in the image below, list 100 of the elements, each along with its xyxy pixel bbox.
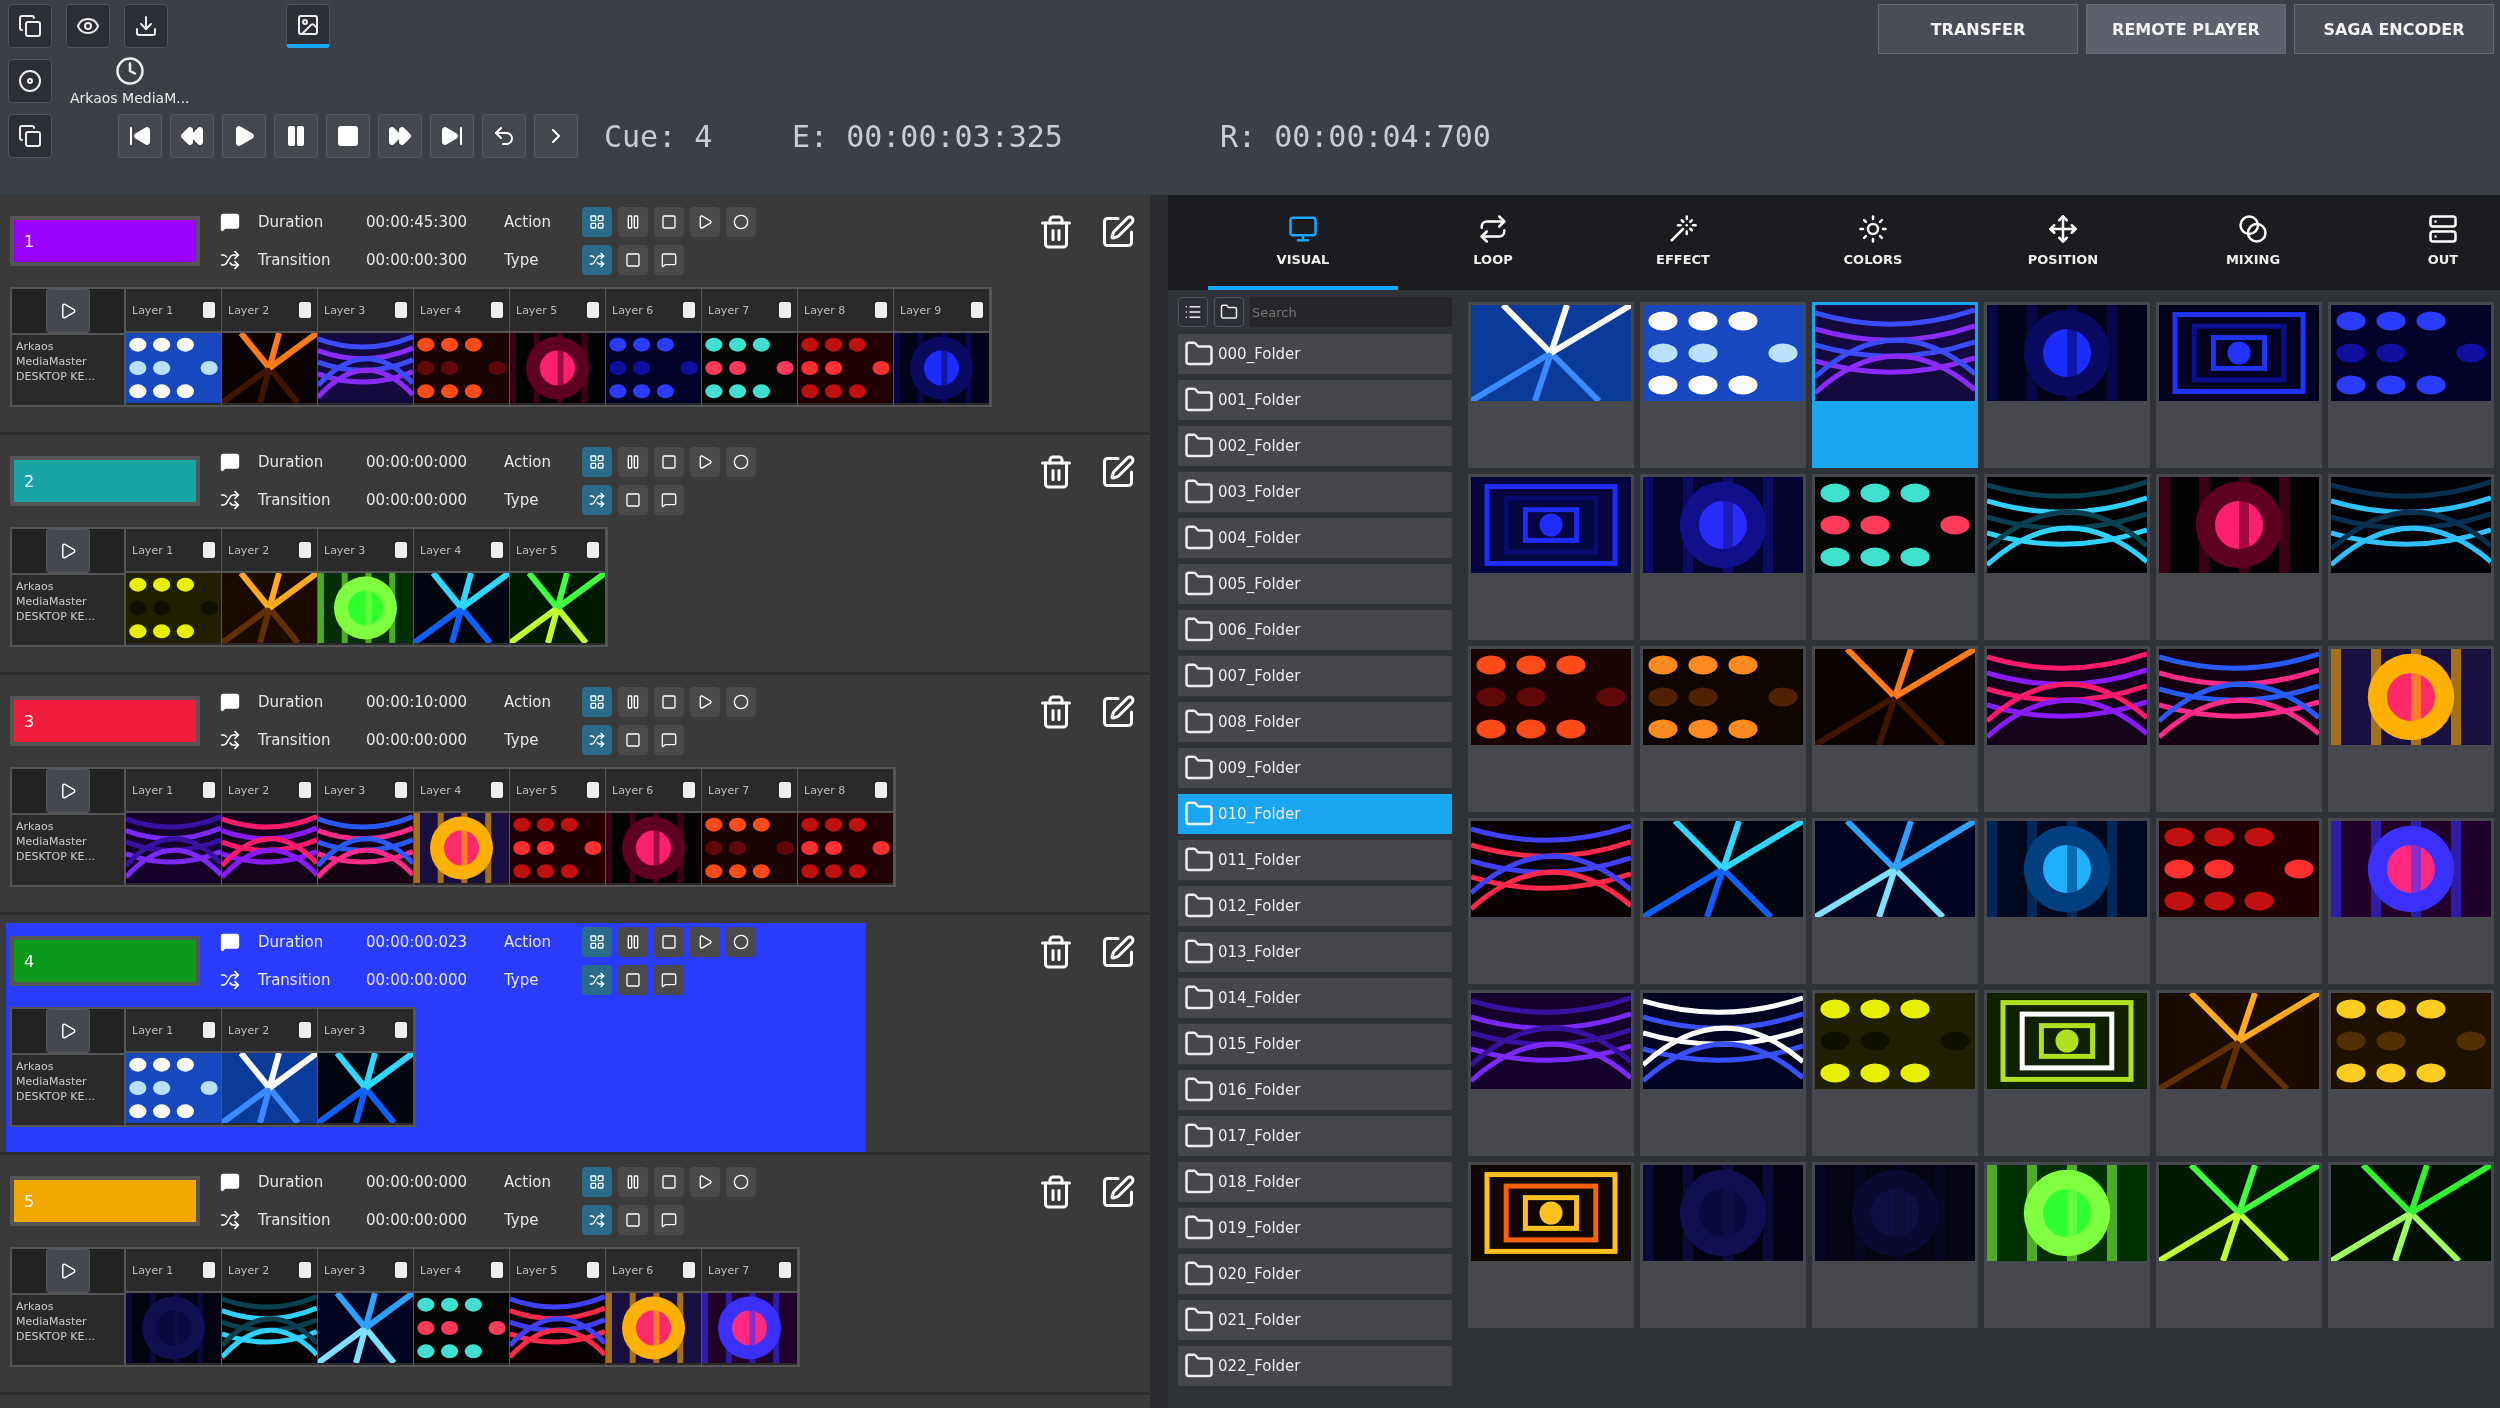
speech-bubble-icon[interactable] <box>654 485 684 515</box>
visual-thumbnail[interactable] <box>1468 474 1634 640</box>
layer-checkbox[interactable] <box>203 1022 215 1038</box>
folder-item[interactable]: 018_Folder <box>1178 1162 1452 1202</box>
folder-item[interactable]: 013_Folder <box>1178 932 1452 972</box>
library-tab[interactable]: OUT <box>2348 195 2500 290</box>
visual-thumbnail[interactable] <box>1640 990 1806 1156</box>
layer-checkbox[interactable] <box>491 1262 503 1278</box>
visual-thumbnail[interactable] <box>2328 818 2494 984</box>
visual-thumbnail[interactable] <box>2328 646 2494 812</box>
layer-checkbox[interactable] <box>683 782 695 798</box>
pause-icon[interactable] <box>618 447 648 477</box>
layer-checkbox[interactable] <box>683 302 695 318</box>
folder-item[interactable]: 004_Folder <box>1178 518 1452 558</box>
folder-item[interactable]: 014_Folder <box>1178 978 1452 1018</box>
play-icon[interactable] <box>690 447 720 477</box>
copy-icon[interactable] <box>8 114 52 158</box>
layer-checkbox[interactable] <box>203 782 215 798</box>
pause-icon[interactable] <box>274 114 318 158</box>
play-icon[interactable] <box>46 1249 90 1293</box>
download-icon[interactable] <box>124 4 168 48</box>
stop-icon[interactable] <box>618 965 648 995</box>
stop-icon[interactable] <box>654 207 684 237</box>
shuffle-icon[interactable] <box>582 485 612 515</box>
visual-thumbnail[interactable] <box>2156 1162 2322 1328</box>
layer-checkbox[interactable] <box>683 1262 695 1278</box>
library-tab[interactable]: VISUAL <box>1208 195 1398 290</box>
folder-item[interactable]: 002_Folder <box>1178 426 1452 466</box>
folder-item[interactable]: 000_Folder <box>1178 334 1452 374</box>
layer-checkbox[interactable] <box>395 542 407 558</box>
search-field[interactable]: Search <box>1250 297 1452 327</box>
layer-checkbox[interactable] <box>299 1262 311 1278</box>
layer-checkbox[interactable] <box>875 302 887 318</box>
library-tab[interactable]: MIXING <box>2158 195 2348 290</box>
layer-checkbox[interactable] <box>395 782 407 798</box>
visual-thumbnail[interactable] <box>1984 1162 2150 1328</box>
visual-thumbnail[interactable] <box>2328 1162 2494 1328</box>
visual-thumbnail[interactable] <box>1984 302 2150 468</box>
play-icon[interactable] <box>690 927 720 957</box>
stop-icon[interactable] <box>326 114 370 158</box>
folder-item[interactable]: 015_Folder <box>1178 1024 1452 1064</box>
top-button[interactable]: TRANSFER <box>1878 4 2078 54</box>
copy-icon[interactable] <box>8 4 52 48</box>
visual-thumbnail[interactable] <box>1468 990 1634 1156</box>
layer-checkbox[interactable] <box>779 1262 791 1278</box>
visual-thumbnail[interactable] <box>1984 990 2150 1156</box>
cue-color-bar[interactable]: 3 <box>10 696 200 746</box>
chevron-right-icon[interactable] <box>534 114 578 158</box>
visual-thumbnail[interactable] <box>2328 474 2494 640</box>
layer-checkbox[interactable] <box>299 542 311 558</box>
play-icon[interactable] <box>46 289 90 333</box>
visual-thumbnail[interactable] <box>1812 818 1978 984</box>
visual-thumbnail[interactable] <box>2156 646 2322 812</box>
top-button[interactable]: SAGA ENCODER <box>2294 4 2494 54</box>
layer-checkbox[interactable] <box>971 302 983 318</box>
folder-item[interactable]: 022_Folder <box>1178 1346 1452 1386</box>
layer-checkbox[interactable] <box>299 782 311 798</box>
folder-item[interactable]: 021_Folder <box>1178 1300 1452 1340</box>
layer-checkbox[interactable] <box>587 782 599 798</box>
grid-icon[interactable] <box>582 687 612 717</box>
layer-checkbox[interactable] <box>299 302 311 318</box>
stop-icon[interactable] <box>618 485 648 515</box>
visual-thumbnail[interactable] <box>1640 1162 1806 1328</box>
speech-bubble-icon[interactable] <box>654 725 684 755</box>
layer-checkbox[interactable] <box>587 302 599 318</box>
layer-checkbox[interactable] <box>299 1022 311 1038</box>
folder-item[interactable]: 011_Folder <box>1178 840 1452 880</box>
cue-color-bar[interactable]: 1 <box>10 216 200 266</box>
cue-color-bar[interactable]: 4 <box>10 936 200 986</box>
layer-checkbox[interactable] <box>491 542 503 558</box>
folder-item[interactable]: 001_Folder <box>1178 380 1452 420</box>
folder-item[interactable]: 003_Folder <box>1178 472 1452 512</box>
layer-checkbox[interactable] <box>491 782 503 798</box>
source-button[interactable]: Arkaos MediaM... <box>66 56 194 106</box>
folder-icon[interactable] <box>1214 297 1244 327</box>
visual-thumbnail[interactable] <box>1640 474 1806 640</box>
grid-icon[interactable] <box>582 927 612 957</box>
layer-checkbox[interactable] <box>779 302 791 318</box>
grid-icon[interactable] <box>582 447 612 477</box>
layer-checkbox[interactable] <box>875 782 887 798</box>
speech-bubble-icon[interactable] <box>654 245 684 275</box>
layer-checkbox[interactable] <box>587 1262 599 1278</box>
stop-icon[interactable] <box>654 1167 684 1197</box>
eye-icon[interactable] <box>66 4 110 48</box>
visual-thumbnail[interactable] <box>1640 818 1806 984</box>
play-icon[interactable] <box>46 769 90 813</box>
visual-thumbnail[interactable] <box>2156 990 2322 1156</box>
layer-checkbox[interactable] <box>203 1262 215 1278</box>
layer-checkbox[interactable] <box>491 302 503 318</box>
skip-forward-icon[interactable] <box>430 114 474 158</box>
visual-thumbnail[interactable] <box>2156 302 2322 468</box>
play-icon[interactable] <box>46 529 90 573</box>
folder-item[interactable]: 006_Folder <box>1178 610 1452 650</box>
pause-icon[interactable] <box>618 1167 648 1197</box>
library-tab[interactable]: LOOP <box>1398 195 1588 290</box>
pause-icon[interactable] <box>618 927 648 957</box>
stop-icon[interactable] <box>654 447 684 477</box>
stop-icon[interactable] <box>618 245 648 275</box>
folder-item[interactable]: 016_Folder <box>1178 1070 1452 1110</box>
visual-thumbnail[interactable] <box>1468 818 1634 984</box>
